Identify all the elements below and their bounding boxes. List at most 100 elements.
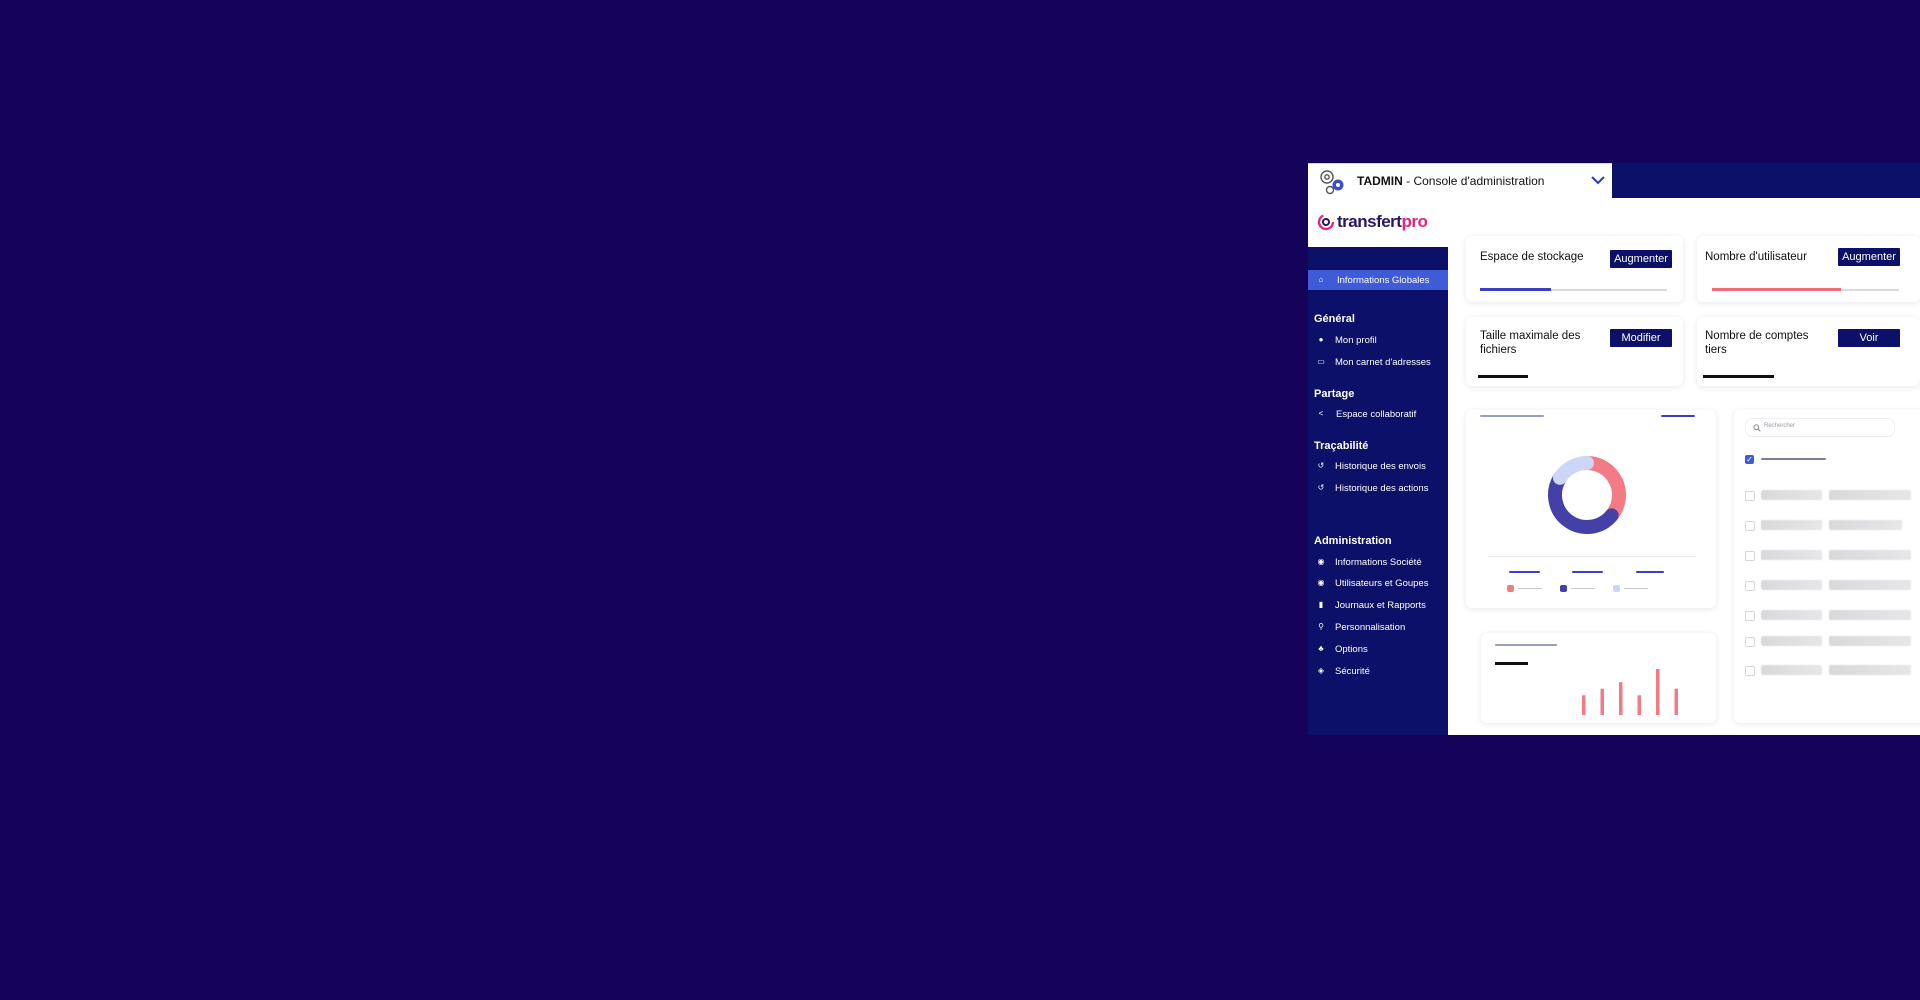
file-icon: ▮ <box>1318 600 1324 609</box>
storage-card: Espace de stockage Augmenter <box>1466 236 1683 302</box>
row-cell-placeholder <box>1761 636 1822 646</box>
sidebar-item-label: Sécurité <box>1335 666 1370 677</box>
select-all-checkbox[interactable]: ✓ <box>1745 455 1754 464</box>
sliders-icon: ♣ <box>1318 644 1324 653</box>
donut-slice-1 <box>1580 456 1626 523</box>
sidebar-item-label: Options <box>1335 644 1368 655</box>
row-cell-placeholder <box>1761 520 1822 530</box>
section-tracabilite-title: Traçabilité <box>1314 440 1369 452</box>
legend-swatch-2 <box>1560 585 1567 592</box>
top-bar: TADMIN - Console d'administration <box>1308 163 1612 199</box>
admin-console-window: TADMIN - Console d'administration transf… <box>1308 163 1920 735</box>
legend-label-placeholder-1 <box>1518 588 1542 589</box>
table-row[interactable] <box>1734 665 1920 677</box>
search-input[interactable]: Rechercher <box>1745 418 1895 437</box>
row-cell-placeholder <box>1761 490 1822 500</box>
row-checkbox[interactable] <box>1745 611 1755 621</box>
history-icon: ↺ <box>1317 483 1325 492</box>
table-row[interactable] <box>1734 610 1920 622</box>
row-cell-placeholder <box>1761 665 1822 675</box>
view-accounts-button[interactable]: Voir <box>1838 329 1900 347</box>
sidebar-item-label: Utilisateurs et Goupes <box>1335 578 1429 589</box>
third-party-accounts-title: Nombre de comptes tiers <box>1705 330 1809 356</box>
sidebar-item-label: Informations Globales <box>1337 275 1430 286</box>
row-cell-placeholder <box>1829 610 1911 620</box>
chevron-down-icon[interactable] <box>1591 175 1605 185</box>
increase-storage-button[interactable]: Augmenter <box>1610 250 1672 268</box>
table-row[interactable] <box>1734 580 1920 592</box>
legend-swatch-1 <box>1507 585 1514 592</box>
legend-label-placeholder-2 <box>1571 588 1595 589</box>
legend-label-placeholder-3 <box>1624 588 1648 589</box>
sidebar: ⌂ Informations Globales Général ● Mon pr… <box>1308 247 1448 735</box>
sidebar-item-label: Mon carnet d'adresses <box>1335 357 1431 368</box>
row-cell-placeholder <box>1829 580 1911 590</box>
legend-value-3 <box>1636 571 1664 573</box>
sidebar-item-label: Personnalisation <box>1335 622 1406 633</box>
transfertpro-logo: transfertpro <box>1337 212 1428 231</box>
users-table-card: Rechercher ✓ <box>1734 410 1920 723</box>
section-general-title: Général <box>1314 313 1355 325</box>
row-cell-placeholder <box>1829 550 1911 560</box>
row-cell-placeholder <box>1761 580 1822 590</box>
row-checkbox[interactable] <box>1745 551 1755 561</box>
chart-divider <box>1488 556 1696 557</box>
sidebar-item-label: Informations Société <box>1335 557 1422 568</box>
max-file-size-card: Taille maximale des fichiers Modifier <box>1466 317 1683 386</box>
bar-4 <box>1637 695 1641 715</box>
search-icon <box>1753 424 1761 432</box>
building-icon: ◉ <box>1317 557 1325 566</box>
row-checkbox[interactable] <box>1745 491 1755 501</box>
legend-value-2 <box>1572 571 1603 573</box>
row-cell-placeholder <box>1761 550 1822 560</box>
increase-users-button[interactable]: Augmenter <box>1838 248 1900 266</box>
logo-mark <box>1317 213 1335 231</box>
search-placeholder: Rechercher <box>1764 423 1796 429</box>
column-header-placeholder <box>1761 458 1826 460</box>
sidebar-item-label: Historique des envois <box>1335 461 1426 472</box>
row-checkbox[interactable] <box>1745 581 1755 591</box>
third-party-accounts-card: Nombre de comptes tiers Voir <box>1697 317 1920 386</box>
row-cell-placeholder <box>1829 490 1911 500</box>
users-card-title: Nombre d'utilisateur <box>1705 251 1807 263</box>
shield-icon: ◈ <box>1317 666 1325 675</box>
table-row[interactable] <box>1734 490 1920 502</box>
address-card-icon: ▭ <box>1317 357 1325 366</box>
row-cell-placeholder <box>1829 520 1902 530</box>
bar-1 <box>1582 695 1586 715</box>
users-icon: ◉ <box>1317 578 1325 587</box>
bar-5 <box>1656 669 1660 715</box>
bar-chart-card <box>1481 633 1716 723</box>
users-card: Nombre d'utilisateur Augmenter <box>1697 236 1920 302</box>
modify-file-size-button[interactable]: Modifier <box>1610 329 1672 347</box>
bar-3 <box>1619 682 1623 715</box>
user-icon: ● <box>1318 335 1324 344</box>
sidebar-item-label: Historique des actions <box>1335 483 1429 494</box>
top-bar-extension <box>1612 163 1920 198</box>
file-size-value-placeholder <box>1478 375 1528 378</box>
share-icon: < <box>1318 409 1324 418</box>
donut-chart <box>1548 456 1626 534</box>
gears-icon <box>1320 170 1344 195</box>
sidebar-item-label: Mon profil <box>1335 335 1377 346</box>
sidebar-item-label: Journaux et Rapports <box>1335 600 1426 611</box>
table-row[interactable] <box>1734 550 1920 562</box>
row-checkbox[interactable] <box>1745 637 1755 647</box>
users-progress-fill <box>1712 288 1842 291</box>
table-row[interactable] <box>1734 520 1920 532</box>
sidebar-item-informations-globales[interactable]: ⌂ Informations Globales <box>1308 270 1448 290</box>
row-checkbox[interactable] <box>1745 666 1755 676</box>
row-checkbox[interactable] <box>1745 521 1755 531</box>
storage-card-title: Espace de stockage <box>1480 251 1584 263</box>
donut-slice-2 <box>1548 470 1619 534</box>
donut-chart-card <box>1466 410 1716 608</box>
row-cell-placeholder <box>1829 636 1911 646</box>
donut-slice-3 <box>1552 456 1594 485</box>
accounts-value-placeholder <box>1703 375 1774 378</box>
legend-swatch-3 <box>1613 585 1620 592</box>
bar-2 <box>1600 688 1604 715</box>
table-row[interactable] <box>1734 636 1920 648</box>
storage-progress-fill <box>1480 288 1552 291</box>
home-icon: ⌂ <box>1318 275 1324 284</box>
bar-chart <box>1582 669 1678 715</box>
